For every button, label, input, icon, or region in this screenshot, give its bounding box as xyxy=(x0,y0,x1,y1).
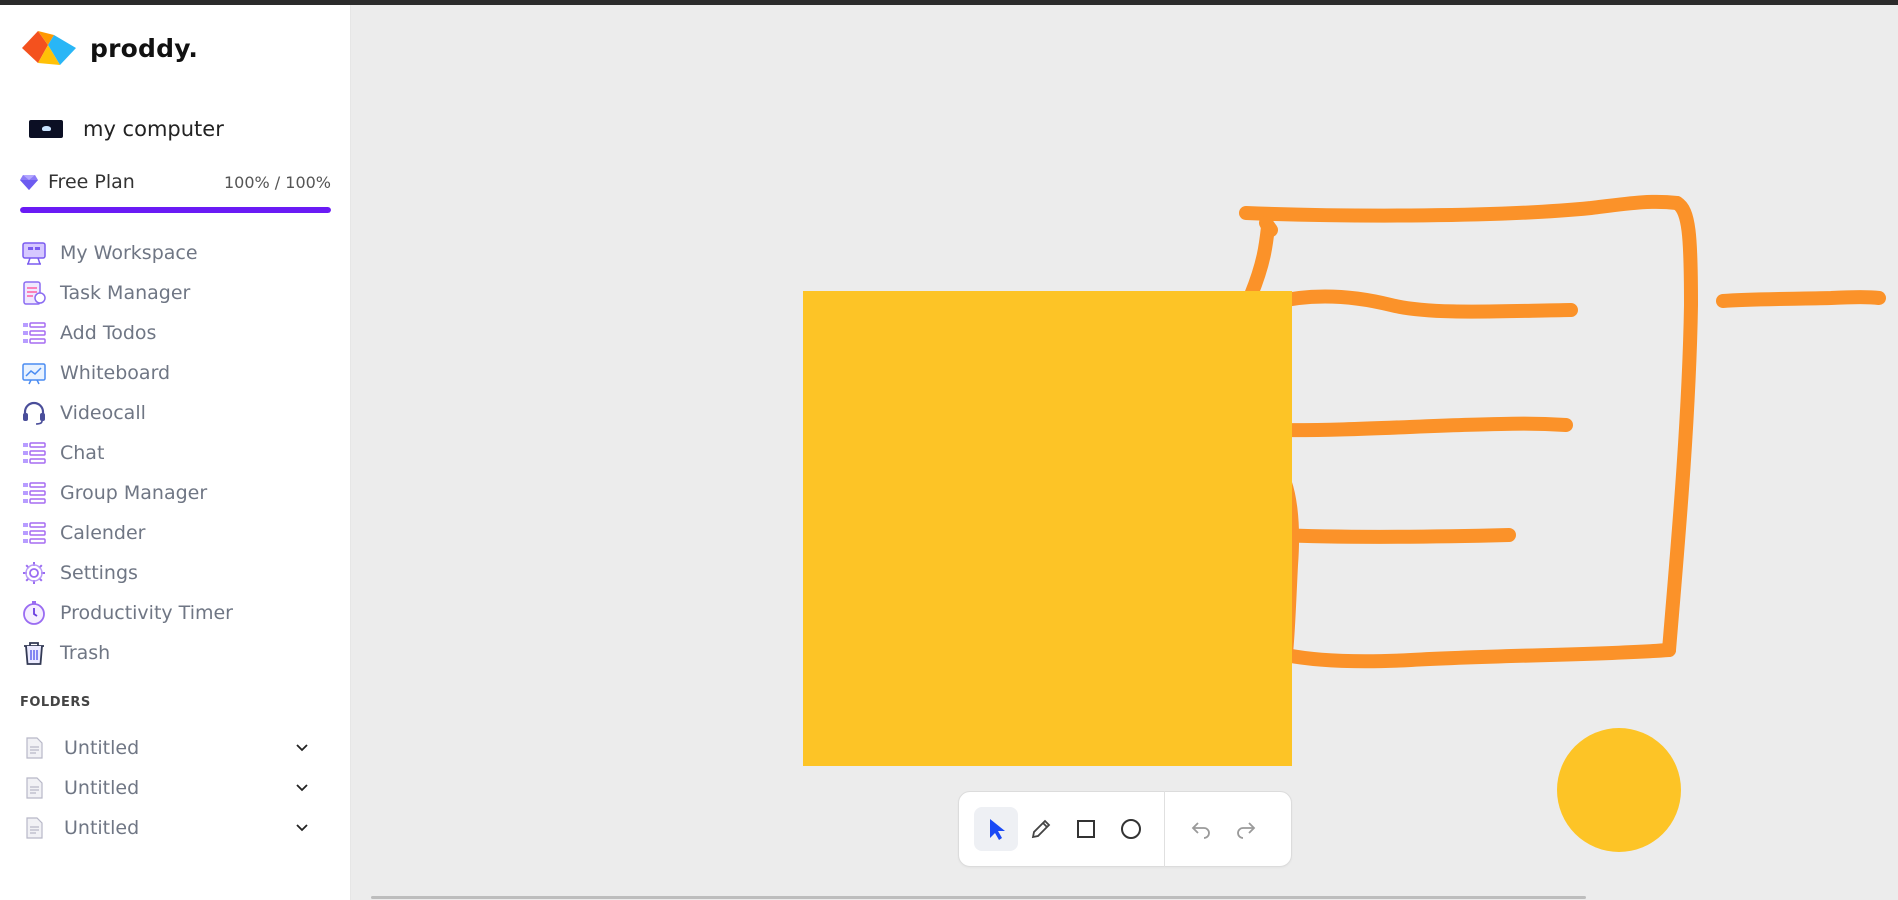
sidebar-item-whiteboard[interactable]: Whiteboard xyxy=(20,353,331,393)
sidebar-item-label: Videocall xyxy=(60,402,146,424)
folder-label: Untitled xyxy=(64,777,140,799)
sidebar-item-label: Group Manager xyxy=(60,482,208,504)
whiteboard-icon xyxy=(20,359,48,387)
redo-icon xyxy=(1237,822,1256,839)
circle-tool-button[interactable] xyxy=(1109,807,1153,851)
stroke-right-tail xyxy=(1716,290,1886,308)
yellow-rectangle xyxy=(803,291,1292,766)
stroke-line-2 xyxy=(1269,416,1573,438)
list-icon xyxy=(20,519,48,547)
sidebar-item-label: My Workspace xyxy=(60,242,198,264)
undo-icon xyxy=(1191,822,1210,839)
folder-list: Untitled Untitled Untitled xyxy=(22,728,312,848)
square-icon xyxy=(1077,820,1095,838)
sidebar-item-label: Calender xyxy=(60,522,146,544)
sidebar-item-settings[interactable]: Settings xyxy=(20,553,331,593)
folder-label: Untitled xyxy=(64,737,140,759)
sidebar: proddy. my computer Free Plan 100% / 100… xyxy=(0,5,351,900)
plan-usage-bar xyxy=(20,207,331,213)
list-icon xyxy=(20,319,48,347)
trash-icon xyxy=(20,639,48,667)
task-manager-icon xyxy=(20,279,48,307)
select-tool-button[interactable] xyxy=(974,807,1018,851)
plan-row[interactable]: Free Plan 100% / 100% xyxy=(20,171,331,193)
list-icon xyxy=(20,479,48,507)
folder-item[interactable]: Untitled xyxy=(22,808,312,848)
chevron-down-icon[interactable] xyxy=(292,778,312,798)
stroke-line-3 xyxy=(1269,528,1516,544)
toolbar-divider xyxy=(1164,791,1165,867)
app-name: proddy. xyxy=(90,33,199,63)
sidebar-item-label: Productivity Timer xyxy=(60,602,233,624)
gear-icon xyxy=(20,559,48,587)
folder-label: Untitled xyxy=(64,817,140,839)
sidebar-item-label: Trash xyxy=(60,642,111,664)
app-logo[interactable]: proddy. xyxy=(20,25,198,71)
pencil-icon xyxy=(1031,819,1051,839)
sidebar-item-add-todos[interactable]: Add Todos xyxy=(20,313,331,353)
sidebar-item-label: Add Todos xyxy=(60,322,157,344)
folder-item[interactable]: Untitled xyxy=(22,768,312,808)
window-top-bar xyxy=(0,0,1898,5)
stroke-top-line xyxy=(1239,194,1684,223)
document-icon xyxy=(26,737,43,759)
proddy-logo-icon xyxy=(22,31,76,65)
document-icon xyxy=(26,817,43,839)
plan-usage: 100% / 100% xyxy=(223,172,331,192)
list-icon xyxy=(20,439,48,467)
folders-heading: FOLDERS xyxy=(20,695,91,710)
undo-button[interactable] xyxy=(1179,807,1223,851)
stroke-left-vertical xyxy=(1244,220,1275,302)
headset-icon xyxy=(20,399,48,427)
sidebar-item-chat[interactable]: Chat xyxy=(20,433,331,473)
workspace-name: my computer xyxy=(83,117,224,141)
sidebar-item-calender[interactable]: Calender xyxy=(20,513,331,553)
drawing-toolbar xyxy=(958,791,1292,867)
sidebar-item-trash[interactable]: Trash xyxy=(20,633,331,673)
plan-usage-fill xyxy=(20,207,331,213)
sidebar-item-label: Chat xyxy=(60,442,105,464)
horizontal-scrollbar[interactable] xyxy=(371,896,1586,899)
diamond-icon xyxy=(20,175,38,190)
sidebar-nav: My Workspace Task Manager Add Todos Whit… xyxy=(20,233,331,673)
plan-label: Free Plan xyxy=(48,171,135,193)
chevron-down-icon[interactable] xyxy=(292,738,312,758)
whiteboard-drawing[interactable] xyxy=(351,5,1898,900)
yellow-circle xyxy=(1557,728,1681,852)
stroke-bottom-line xyxy=(1279,643,1676,669)
redo-button[interactable] xyxy=(1224,807,1268,851)
workspace-thumbnail xyxy=(29,120,63,138)
document-icon xyxy=(26,777,43,799)
stroke-right-vertical xyxy=(1662,196,1698,657)
sidebar-item-label: Settings xyxy=(60,562,138,584)
sidebar-item-my-workspace[interactable]: My Workspace xyxy=(20,233,331,273)
sidebar-item-label: Task Manager xyxy=(60,282,191,304)
cursor-icon xyxy=(990,819,1005,840)
sidebar-item-group-manager[interactable]: Group Manager xyxy=(20,473,331,513)
rectangle-tool-button[interactable] xyxy=(1064,807,1108,851)
timer-icon xyxy=(20,599,48,627)
whiteboard-canvas[interactable] xyxy=(351,5,1898,900)
circle-icon xyxy=(1121,819,1141,839)
sidebar-item-productivity-timer[interactable]: Productivity Timer xyxy=(20,593,331,633)
workspace-switcher[interactable]: my computer xyxy=(29,117,224,141)
sidebar-item-label: Whiteboard xyxy=(60,362,171,384)
chevron-down-icon[interactable] xyxy=(292,818,312,838)
sidebar-item-task-manager[interactable]: Task Manager xyxy=(20,273,331,313)
stroke-left-upper xyxy=(1259,216,1278,237)
stroke-line-1 xyxy=(1264,289,1578,319)
workspace-icon xyxy=(20,239,48,267)
sidebar-item-videocall[interactable]: Videocall xyxy=(20,393,331,433)
pen-tool-button[interactable] xyxy=(1019,807,1063,851)
folder-item[interactable]: Untitled xyxy=(22,728,312,768)
